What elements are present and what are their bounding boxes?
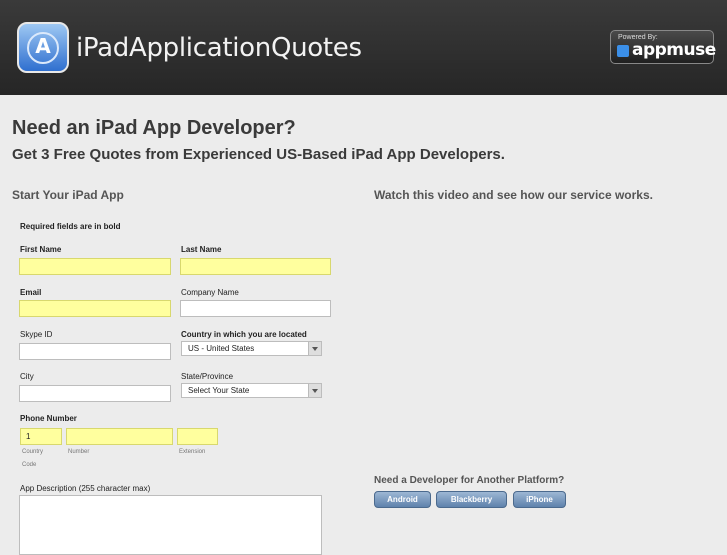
description-label: App Description (255 character max) [20, 484, 151, 493]
country-select-value: US - United States [188, 344, 255, 353]
skype-label: Skype ID [20, 330, 53, 339]
state-select-value: Select Your State [188, 386, 250, 395]
chevron-down-icon[interactable] [308, 342, 321, 355]
extension-label: Extension [179, 449, 206, 455]
city-label: City [20, 372, 34, 381]
state-select[interactable]: Select Your State [181, 383, 322, 398]
chevron-down-icon[interactable] [308, 384, 321, 397]
first-name-field[interactable] [19, 258, 171, 275]
app-description-textarea[interactable] [19, 495, 322, 555]
android-button[interactable]: Android [374, 491, 431, 508]
badge-name: appmuse [632, 40, 716, 60]
phone-label: Phone Number [20, 414, 77, 423]
app-store-logo-icon[interactable]: A [17, 22, 69, 73]
last-name-field[interactable] [180, 258, 331, 275]
first-name-label: First Name [20, 245, 62, 254]
country-label: Country in which you are located [181, 330, 307, 339]
company-field[interactable] [180, 300, 331, 317]
appmuse-badge[interactable]: Powered By: appmuse [610, 30, 716, 64]
site-header: A iPadApplicationQuotes Powered By: appm… [0, 0, 727, 95]
extension-field[interactable] [177, 428, 218, 445]
page-heading: Need an iPad App Developer? [12, 117, 296, 139]
country-select[interactable]: US - United States [181, 341, 322, 356]
page-subheading: Get 3 Free Quotes from Experienced US-Ba… [12, 146, 505, 163]
blackberry-button[interactable]: Blackberry [436, 491, 507, 508]
phone-number-field[interactable] [66, 428, 173, 445]
company-label: Company Name [181, 288, 239, 297]
email-field[interactable] [19, 300, 171, 317]
email-label: Email [20, 288, 42, 297]
last-name-label: Last Name [181, 245, 222, 254]
skype-field[interactable] [19, 343, 171, 360]
number-label: Number [68, 449, 90, 455]
appmuse-grid-icon [617, 45, 629, 57]
site-title[interactable]: iPadApplicationQuotes [76, 33, 362, 63]
logo-letter: A [35, 34, 51, 58]
city-field[interactable] [19, 385, 171, 402]
form-section-title: Start Your iPad App [12, 188, 124, 202]
state-label: State/Province [181, 372, 234, 381]
iphone-button[interactable]: iPhone [513, 491, 566, 508]
country-code-field[interactable]: 1 [20, 428, 62, 445]
platform-title: Need a Developer for Another Platform? [374, 475, 565, 486]
required-note: Required fields are in bold [20, 222, 121, 231]
country-code-label: Country Code [22, 449, 44, 468]
video-section-title: Watch this video and see how our service… [374, 188, 653, 202]
